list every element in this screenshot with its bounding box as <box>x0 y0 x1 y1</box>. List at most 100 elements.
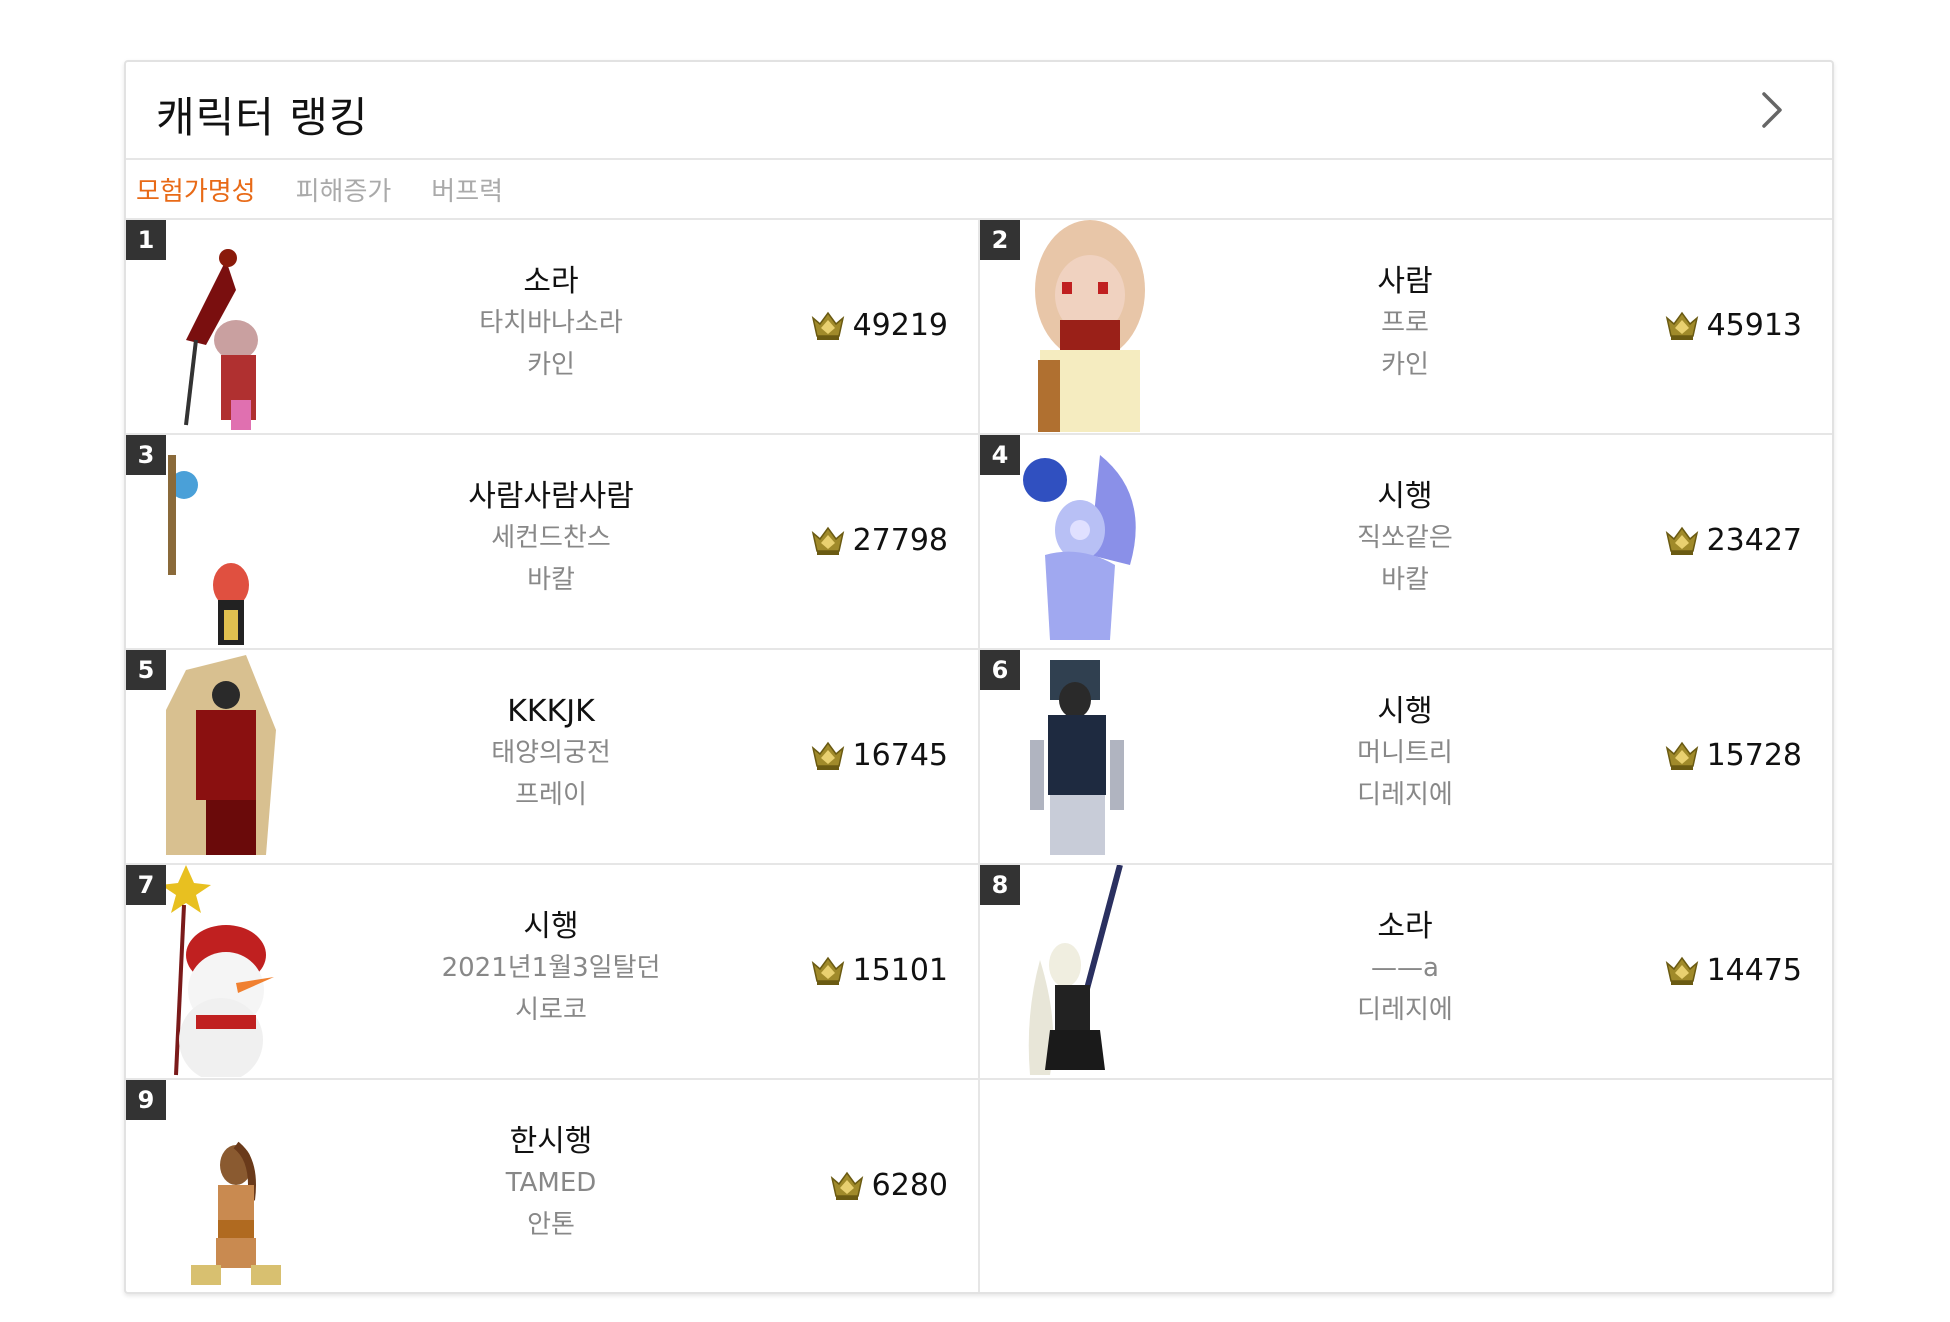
fame-value: 27798 <box>852 523 948 558</box>
crown-fame-icon <box>1665 956 1698 985</box>
crown-fame-icon <box>811 956 844 985</box>
ranking-tabs: 모험가명성 피해증가 버프력 <box>126 160 1832 220</box>
guild-name: 프로 <box>1381 308 1429 338</box>
fame-score: 14475 <box>1665 953 1802 988</box>
fame-score: 6280 <box>830 1168 948 1203</box>
fame-score: 45913 <box>1665 308 1802 343</box>
guild-name: 타치바나소라 <box>479 308 623 338</box>
panel-header: 캐릭터 랭킹 <box>126 62 1832 160</box>
fame-score: 15101 <box>811 953 948 988</box>
character-avatar <box>166 435 306 647</box>
character-name: 소라 <box>1377 909 1433 944</box>
guild-name: 머니트리 <box>1357 738 1453 768</box>
server-name: 카인 <box>527 350 575 380</box>
character-avatar <box>161 865 306 1082</box>
rank-badge: 4 <box>980 435 1020 475</box>
character-info: 소라 ——a 디레지에 <box>1240 907 1570 1031</box>
character-avatar <box>1020 220 1160 432</box>
fame-value: 49219 <box>852 308 948 343</box>
fame-value: 15728 <box>1706 738 1802 773</box>
rank-badge: 5 <box>126 650 166 690</box>
chevron-right-icon[interactable] <box>1752 90 1792 130</box>
guild-name: 직쏘같은 <box>1357 523 1453 553</box>
character-info: 사람프로카인 <box>1240 262 1570 386</box>
rank-badge: 6 <box>980 650 1020 690</box>
fame-score: 23427 <box>1665 523 1802 558</box>
server-name: 안톤 <box>527 1210 575 1240</box>
ranking-card[interactable]: 3 사람사람사람세컨드찬스바칼 27798 <box>126 435 980 650</box>
character-name: 사람사람사람 <box>468 479 634 514</box>
character-name: 사람 <box>1377 264 1433 299</box>
guild-name: 세컨드찬스 <box>491 523 611 553</box>
crown-fame-icon <box>811 526 844 555</box>
fame-score: 27798 <box>811 523 948 558</box>
character-avatar <box>166 220 306 432</box>
fame-value: 23427 <box>1706 523 1802 558</box>
server-name: 바칼 <box>1381 565 1429 595</box>
character-avatar <box>1020 864 1160 1077</box>
panel-title: 캐릭터 랭킹 <box>156 93 369 142</box>
fame-value: 14475 <box>1706 953 1802 988</box>
ranking-card[interactable]: 9 한시행 TAMED 안톤 6280 <box>126 1080 980 1292</box>
server-name: 카인 <box>1381 350 1429 380</box>
fame-score: 16745 <box>811 738 948 773</box>
server-name: 프레이 <box>515 780 587 810</box>
character-avatar <box>166 650 306 862</box>
server-name: 디레지에 <box>1357 780 1453 810</box>
character-info: 시행 2021년1월3일탈던시로코 <box>386 907 716 1031</box>
guild-name: 태양의궁전 <box>491 738 611 768</box>
character-info: 시행직쏘같은바칼 <box>1240 477 1570 601</box>
crown-fame-icon <box>830 1171 863 1200</box>
server-name: 시로코 <box>515 995 587 1025</box>
fame-score: 15728 <box>1665 738 1802 773</box>
character-name: 시행 <box>1377 694 1433 729</box>
crown-fame-icon <box>1665 526 1698 555</box>
guild-name: ——a <box>1371 953 1439 983</box>
fame-value: 15101 <box>852 953 948 988</box>
crown-fame-icon <box>811 741 844 770</box>
character-info: 시행머니트리디레지에 <box>1240 692 1570 816</box>
rank-badge: 3 <box>126 435 166 475</box>
ranking-card[interactable]: 2 사람프로카인 45913 <box>980 220 1832 435</box>
rank-badge: 9 <box>126 1080 166 1120</box>
character-avatar <box>166 1080 306 1292</box>
ranking-card[interactable]: 1 소라타치바나소라카인 49219 <box>126 220 980 435</box>
character-avatar <box>1020 650 1160 862</box>
fame-score: 49219 <box>811 308 948 343</box>
character-ranking-panel: 캐릭터 랭킹 모험가명성 피해증가 버프력 1 소라 타치바나소라 카인 49219 2 사… <box>124 60 1834 1294</box>
crown-fame-icon <box>1665 311 1698 340</box>
guild-name: TAMED <box>505 1168 597 1198</box>
tab-damage-increase[interactable]: 피해증가 <box>296 171 392 208</box>
ranking-card[interactable]: 6 시행머니트리디레지에 15728 <box>980 650 1832 865</box>
fame-value: 6280 <box>871 1168 948 1203</box>
rank-badge: 1 <box>126 220 166 260</box>
character-info: 한시행 TAMED 안톤 <box>386 1122 716 1246</box>
rank-badge: 2 <box>980 220 1020 260</box>
character-name: 소라 <box>523 264 579 299</box>
character-info: 사람사람사람세컨드찬스바칼 <box>386 477 716 601</box>
empty-cell <box>980 1080 1832 1292</box>
character-name: 한시행 <box>509 1124 593 1159</box>
tab-buff-power[interactable]: 버프력 <box>431 171 503 208</box>
crown-fame-icon <box>811 311 844 340</box>
crown-fame-icon <box>1665 741 1698 770</box>
character-info: KKKJK 태양의궁전프레이 <box>386 692 716 816</box>
ranking-card[interactable]: 4 시행직쏘같은바칼 23427 <box>980 435 1832 650</box>
character-name: 시행 <box>1377 479 1433 514</box>
character-avatar <box>1020 435 1160 647</box>
character-info: 소라타치바나소라카인 <box>386 262 716 386</box>
server-name: 디레지에 <box>1357 995 1453 1025</box>
ranking-grid: 1 소라 타치바나소라 카인 49219 2 사람 프로 카인 45913 3 사람사람사람 세컨드찬스… <box>126 220 1832 1292</box>
ranking-card[interactable]: 8 소라 ——a 디레지에 14475 <box>980 864 1832 1080</box>
ranking-card[interactable]: 7 시행 2021년1월3일탈던시로코 15101 <box>126 865 980 1082</box>
ranking-card[interactable]: 5 KKKJK 태양의궁전프레이 16745 <box>126 650 980 865</box>
tab-adventurer-fame[interactable]: 모험가명성 <box>136 171 256 208</box>
character-name: 시행 <box>523 909 579 944</box>
server-name: 바칼 <box>527 565 575 595</box>
rank-badge: 8 <box>980 865 1020 905</box>
fame-value: 45913 <box>1706 308 1802 343</box>
rank-badge: 7 <box>126 865 166 905</box>
fame-value: 16745 <box>852 738 948 773</box>
guild-name: 2021년1월3일탈던 <box>441 953 661 983</box>
character-name: KKKJK <box>507 694 595 729</box>
